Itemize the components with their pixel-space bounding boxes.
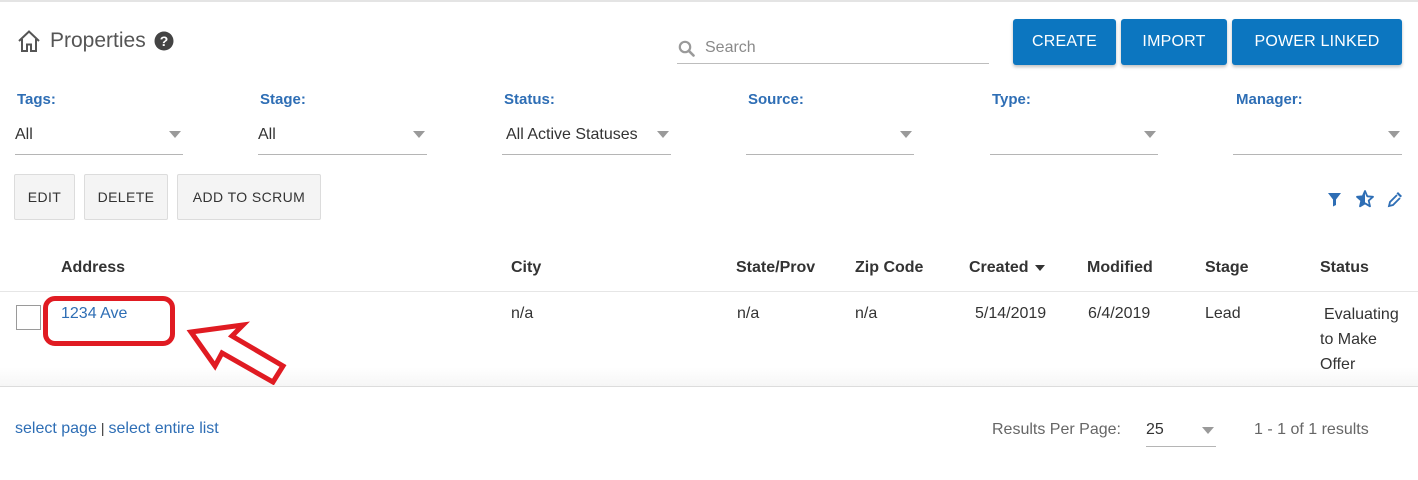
add-to-scrum-button[interactable]: ADD TO SCRUM	[177, 174, 321, 220]
star-icon[interactable]	[1355, 189, 1375, 209]
chevron-down-icon	[1202, 427, 1214, 434]
column-header-zip[interactable]: Zip Code	[855, 259, 923, 277]
manager-filter-label: Manager:	[1236, 91, 1303, 108]
svg-text:?: ?	[159, 33, 168, 49]
type-filter-select[interactable]	[990, 118, 1158, 155]
status-filter-select[interactable]: All Active Statuses	[502, 118, 671, 155]
tags-filter-label: Tags:	[17, 91, 56, 108]
tags-filter-value: All	[15, 126, 33, 143]
power-linked-button[interactable]: POWER LINKED	[1232, 19, 1402, 65]
edit-button[interactable]: EDIT	[14, 174, 75, 220]
status-filter-label: Status:	[504, 91, 555, 108]
eyedropper-icon[interactable]	[1385, 189, 1405, 209]
results-per-page-label: Results Per Page:	[992, 421, 1121, 438]
column-header-created: Created	[969, 259, 1029, 276]
filter-icon[interactable]	[1325, 189, 1345, 209]
type-filter-label: Type:	[992, 91, 1031, 108]
chevron-down-icon	[1144, 131, 1156, 138]
source-filter-select[interactable]	[746, 118, 914, 155]
column-header-created-wrap[interactable]: Created	[969, 259, 1045, 277]
results-per-page-value: 25	[1146, 421, 1164, 438]
table-bottom-divider	[0, 386, 1418, 387]
chevron-down-icon	[413, 131, 425, 138]
annotation-highlight-box	[43, 296, 175, 346]
annotation-arrow-icon	[186, 321, 287, 385]
row-checkbox[interactable]	[16, 305, 41, 330]
link-separator: |	[100, 420, 105, 436]
status-filter-value: All Active Statuses	[506, 126, 638, 143]
cell-zip: n/a	[855, 305, 878, 322]
page-title: Properties	[50, 29, 146, 52]
column-header-modified[interactable]: Modified	[1087, 259, 1153, 277]
stage-filter-label: Stage:	[260, 91, 306, 108]
top-border	[0, 0, 1418, 2]
delete-button[interactable]: DELETE	[84, 174, 168, 220]
help-icon[interactable]: ?	[154, 31, 174, 51]
cell-city: n/a	[511, 305, 534, 322]
search-icon	[678, 40, 695, 57]
results-count: 1 - 1 of 1 results	[1254, 421, 1369, 438]
tags-filter-select[interactable]: All	[15, 118, 183, 155]
create-button[interactable]: CREATE	[1013, 19, 1116, 65]
sort-desc-icon	[1034, 264, 1045, 271]
cell-modified: 6/4/2019	[1088, 305, 1151, 322]
select-entire-list-link[interactable]: select entire list	[108, 420, 218, 437]
stage-filter-value: All	[258, 126, 276, 143]
selection-links: select page | select entire list	[15, 420, 219, 438]
select-page-link[interactable]: select page	[15, 420, 97, 437]
chevron-down-icon	[169, 131, 181, 138]
chevron-down-icon	[657, 131, 669, 138]
column-header-address[interactable]: Address	[61, 259, 125, 277]
import-button[interactable]: IMPORT	[1121, 19, 1227, 65]
source-filter-label: Source:	[748, 91, 804, 108]
column-header-status[interactable]: Status	[1320, 259, 1369, 277]
page-header: Properties ?	[16, 28, 174, 54]
home-icon	[18, 30, 40, 52]
column-header-state[interactable]: State/Prov	[736, 259, 815, 277]
search-input[interactable]	[703, 38, 977, 58]
cell-status: Evaluating to Make Offer	[1320, 306, 1399, 373]
manager-filter-select[interactable]	[1233, 118, 1402, 155]
stage-filter-select[interactable]: All	[258, 118, 427, 155]
table-tools	[1325, 189, 1405, 209]
search-box	[677, 33, 989, 64]
cell-state: n/a	[737, 305, 760, 322]
results-per-page-select[interactable]: 25	[1146, 412, 1216, 447]
column-header-stage[interactable]: Stage	[1205, 259, 1249, 277]
chevron-down-icon	[900, 131, 912, 138]
cell-created: 5/14/2019	[975, 305, 1047, 322]
column-header-city[interactable]: City	[511, 259, 541, 277]
cell-stage: Lead	[1205, 305, 1241, 322]
chevron-down-icon	[1388, 131, 1400, 138]
